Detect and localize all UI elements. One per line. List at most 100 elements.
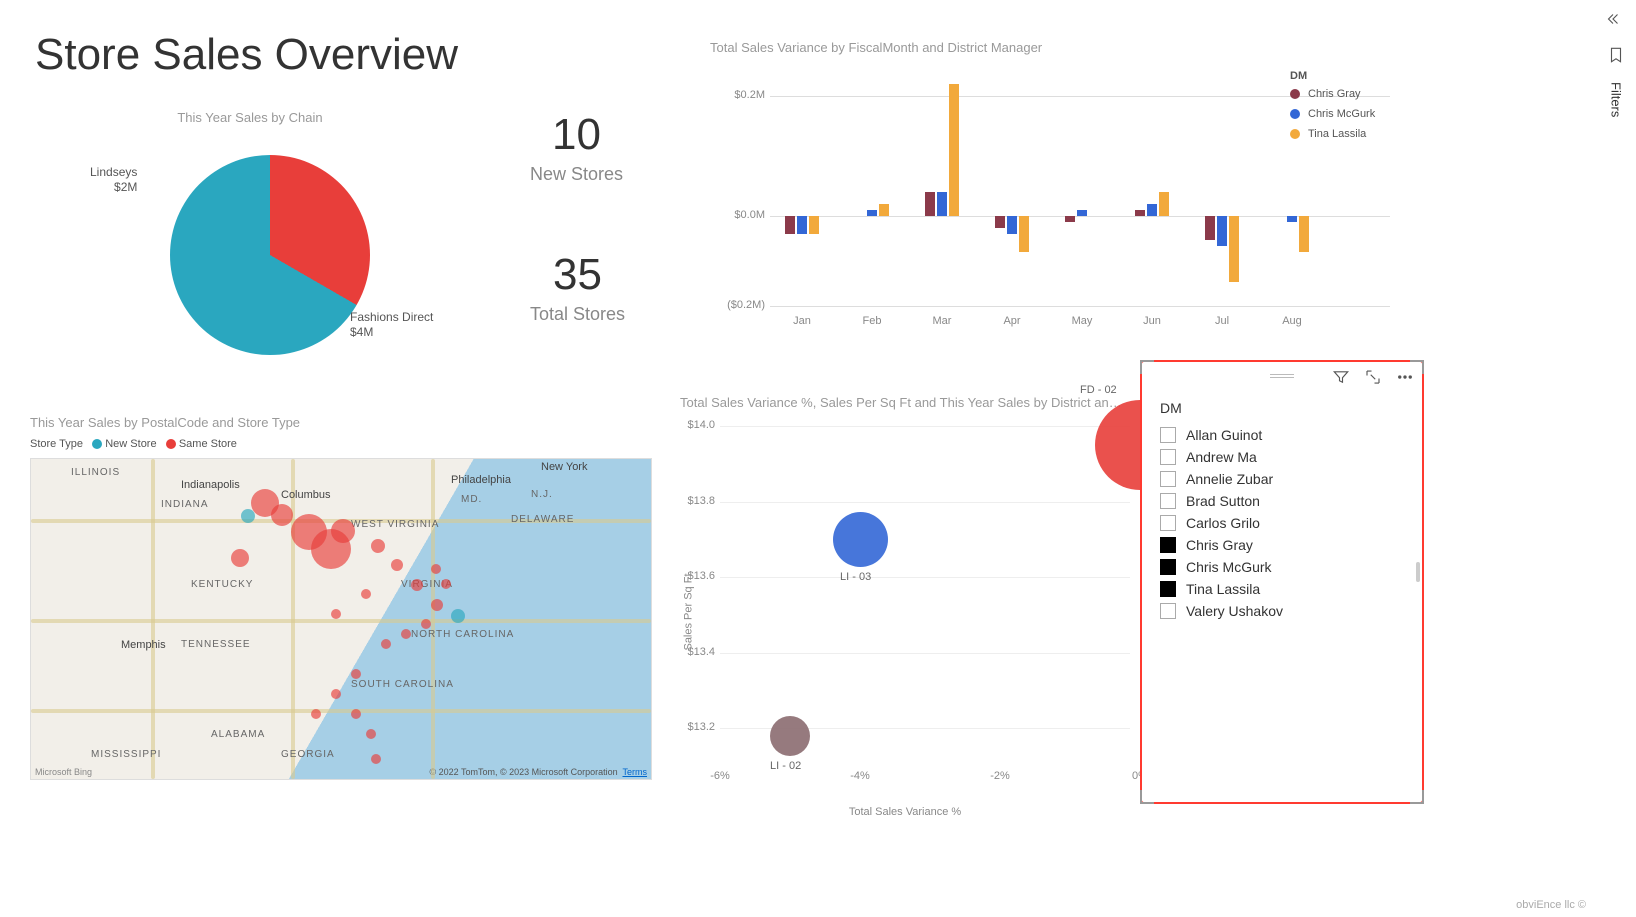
slicer-item[interactable]: Tina Lassila <box>1160 578 1410 600</box>
checkbox-icon[interactable] <box>1160 515 1176 531</box>
map-legend-same: Same Store <box>179 438 237 450</box>
map-bubble <box>331 689 341 699</box>
map-state-label: ILLINOIS <box>71 467 120 478</box>
map-state-label: INDIANA <box>161 499 209 510</box>
map-state-label: ALABAMA <box>211 729 265 740</box>
checkbox-icon[interactable] <box>1160 471 1176 487</box>
checkbox-icon[interactable] <box>1160 427 1176 443</box>
pie-chart[interactable]: This Year Sales by Chain Lindseys $2M Fa… <box>30 110 470 395</box>
bar-Jun-Tina Lassila <box>1159 192 1169 216</box>
bar-xtick: Feb <box>847 315 897 327</box>
scatter-ytick: $13.2 <box>680 721 715 733</box>
map-bubble <box>351 709 361 719</box>
legend-chris-mcgurk: Chris McGurk <box>1308 108 1375 120</box>
map-bubble <box>231 549 249 567</box>
slicer-item[interactable]: Carlos Grilo <box>1160 512 1410 534</box>
bar-legend: DM Chris Gray Chris McGurk Tina Lassila <box>1290 70 1375 148</box>
map-bubble <box>411 579 423 591</box>
bar-Feb-Chris McGurk <box>867 210 877 216</box>
slicer-scrollbar[interactable] <box>1416 562 1420 582</box>
slicer-item[interactable]: Annelie Zubar <box>1160 468 1410 490</box>
bar-Jun-Chris McGurk <box>1147 204 1157 216</box>
map-state-label: NORTH CAROLINA <box>411 629 514 640</box>
map-state-label: DELAWARE <box>511 514 574 525</box>
bar-Mar-Tina Lassila <box>949 84 959 216</box>
more-options-icon[interactable] <box>1396 368 1414 386</box>
scatter-ytick: $13.8 <box>680 495 715 507</box>
map-state-label: N.J. <box>531 489 553 500</box>
map-bubble <box>381 639 391 649</box>
map-bubble <box>331 609 341 619</box>
slicer-item[interactable]: Allan Guinot <box>1160 424 1410 446</box>
map-bubble <box>351 669 361 679</box>
bar-Mar-Chris Gray <box>925 192 935 216</box>
checkbox-icon[interactable] <box>1160 559 1176 575</box>
map-bubble <box>271 504 293 526</box>
map-bubble <box>371 754 381 764</box>
slicer-item[interactable]: Brad Sutton <box>1160 490 1410 512</box>
bar-xtick: Mar <box>917 315 967 327</box>
map-city-label: Memphis <box>121 639 166 651</box>
footer-copyright: obviEnce llc © <box>1516 899 1586 911</box>
dm-slicer[interactable]: DM Allan GuinotAndrew MaAnnelie ZubarBra… <box>1140 360 1424 804</box>
map-city-label: Philadelphia <box>451 474 511 486</box>
bar-Jul-Chris Gray <box>1205 216 1215 240</box>
map-city-label: New York <box>541 461 587 473</box>
focus-mode-icon[interactable] <box>1364 368 1382 386</box>
slicer-item[interactable]: Valery Ushakov <box>1160 600 1410 622</box>
pie-lindseys-value: $2M <box>90 180 137 195</box>
map-city-label: Columbus <box>281 489 331 501</box>
slicer-item[interactable]: Chris McGurk <box>1160 556 1410 578</box>
collapse-icon[interactable] <box>1607 10 1625 28</box>
map-bubble <box>441 579 451 589</box>
map-state-label: MISSISSIPPI <box>91 749 161 760</box>
map-state-label: KENTUCKY <box>191 579 253 590</box>
bookmark-icon[interactable] <box>1607 46 1625 64</box>
kpi-total-stores: 35 Total Stores <box>530 250 625 325</box>
bar-Jul-Tina Lassila <box>1229 216 1239 282</box>
bar-xtick: Apr <box>987 315 1037 327</box>
pie-fd-value: $4M <box>350 325 433 340</box>
bar-xtick: May <box>1057 315 1107 327</box>
map-chart[interactable]: This Year Sales by PostalCode and Store … <box>30 415 650 780</box>
slicer-item[interactable]: Chris Gray <box>1160 534 1410 556</box>
slicer-item-label: Valery Ushakov <box>1186 603 1283 619</box>
filter-icon[interactable] <box>1332 368 1350 386</box>
checkbox-icon[interactable] <box>1160 581 1176 597</box>
bar-Aug-Chris McGurk <box>1287 216 1297 222</box>
scatter-xtick: -4% <box>845 770 875 782</box>
map-state-label: TENNESSEE <box>181 639 251 650</box>
bar-xtick: Jul <box>1197 315 1247 327</box>
bar-chart[interactable]: Total Sales Variance by FiscalMonth and … <box>710 40 1390 333</box>
checkbox-icon[interactable] <box>1160 493 1176 509</box>
filters-pane-label[interactable]: Filters <box>1609 82 1624 117</box>
map-terms-link[interactable]: Terms <box>623 767 648 777</box>
bar-Jan-Chris Gray <box>785 216 795 234</box>
slicer-item[interactable]: Andrew Ma <box>1160 446 1410 468</box>
map-state-label: WEST VIRGINIA <box>351 519 439 530</box>
bar-Apr-Tina Lassila <box>1019 216 1029 252</box>
scatter-ytick: $14.0 <box>680 419 715 431</box>
scatter-ytick: $13.4 <box>680 646 715 658</box>
map-bubble <box>391 559 403 571</box>
kpi-total-stores-value: 35 <box>530 250 625 300</box>
map-canvas[interactable]: Microsoft Bing © 2022 TomTom, © 2023 Mic… <box>30 458 652 780</box>
checkbox-icon[interactable] <box>1160 449 1176 465</box>
bar-Apr-Chris Gray <box>995 216 1005 228</box>
checkbox-icon[interactable] <box>1160 537 1176 553</box>
bar-xtick: Aug <box>1267 315 1317 327</box>
slicer-item-label: Annelie Zubar <box>1186 471 1273 487</box>
scatter-chart[interactable]: Total Sales Variance %, Sales Per Sq Ft … <box>680 395 1130 796</box>
checkbox-icon[interactable] <box>1160 603 1176 619</box>
bar-Apr-Chris McGurk <box>1007 216 1017 234</box>
bar-ytick-mid: $0.0M <box>710 209 765 221</box>
filters-pane-rail[interactable]: Filters <box>1596 0 1636 917</box>
bar-May-Chris McGurk <box>1077 210 1087 216</box>
map-bubble <box>431 599 443 611</box>
drag-handle-icon[interactable] <box>1270 374 1294 380</box>
bar-ytick-top: $0.2M <box>710 89 765 101</box>
bar-Feb-Tina Lassila <box>879 204 889 216</box>
slicer-item-label: Tina Lassila <box>1186 581 1260 597</box>
map-bubble <box>311 709 321 719</box>
bubble-label: LI - 02 <box>770 760 801 772</box>
